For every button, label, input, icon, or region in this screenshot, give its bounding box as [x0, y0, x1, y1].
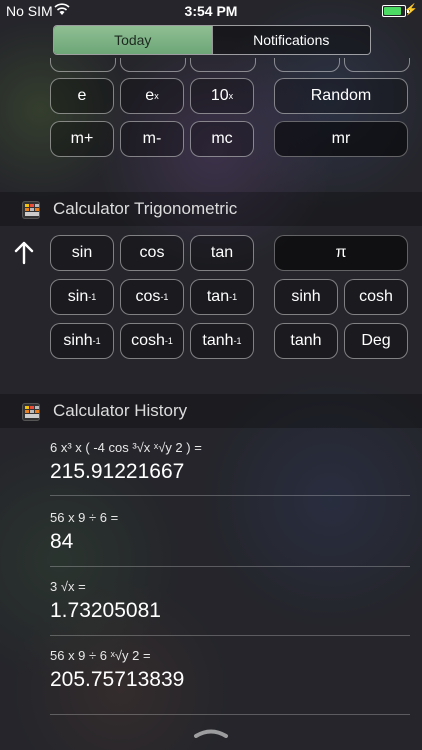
tab-today[interactable]: Today [54, 26, 212, 54]
ten-power-x-button[interactable]: 10 x [190, 78, 254, 114]
arcsinh-button[interactable]: sinh -1 [50, 323, 114, 359]
clock: 3:54 PM [184, 3, 238, 19]
history-result: 1.73205081 [50, 599, 161, 622]
calculator-app-icon [22, 201, 40, 219]
chevron-up-icon[interactable] [193, 728, 229, 738]
history-widget-header: Calculator History [0, 394, 422, 428]
calculator-app-icon [22, 403, 40, 421]
history-result: 84 [50, 530, 74, 553]
arcsin-button[interactable]: sin -1 [50, 279, 114, 315]
random-button[interactable]: Random [274, 78, 408, 114]
battery-level [384, 7, 402, 15]
cosh-button[interactable]: cosh [344, 279, 408, 315]
arrow-up-icon[interactable] [13, 240, 35, 266]
tab-switcher: Today Notifications [53, 25, 371, 55]
degree-mode-button[interactable]: Deg [344, 323, 408, 359]
memory-subtract-button[interactable]: m- [120, 121, 184, 157]
arccosh-button[interactable]: cosh -1 [120, 323, 184, 359]
divider [50, 714, 410, 715]
trig-widget-header: Calculator Trigonometric [0, 192, 422, 226]
history-result: 215.91221667 [50, 460, 185, 483]
arccos-button[interactable]: cos -1 [120, 279, 184, 315]
tanh-button[interactable]: tanh [274, 323, 338, 359]
divider [50, 566, 410, 567]
e-power-x-button[interactable]: ex [120, 78, 184, 114]
history-result: 205.75713839 [50, 668, 185, 691]
divider [50, 495, 410, 496]
arctanh-button[interactable]: tanh -1 [190, 323, 254, 359]
arctan-button[interactable]: tan -1 [190, 279, 254, 315]
trig-widget-title: Calculator Trigonometric [53, 199, 238, 218]
divider [50, 635, 410, 636]
history-expression: 56 x 9 ÷ 6 ˣ√y 2 = [50, 648, 151, 663]
charging-bolt-icon: ⚡ [404, 4, 418, 16]
memory-add-button[interactable]: m+ [50, 121, 114, 157]
tab-notifications[interactable]: Notifications [211, 26, 370, 54]
sinh-button[interactable]: sinh [274, 279, 338, 315]
memory-clear-button[interactable]: mc [190, 121, 254, 157]
history-widget-title: Calculator History [53, 401, 188, 420]
history-expression: 6 x³ x ( -4 cos ³√x ˣ√y 2 ) = [50, 440, 202, 455]
history-expression: 3 √x = [50, 579, 86, 594]
cos-button[interactable]: cos [120, 235, 184, 271]
e-button[interactable]: e [50, 78, 114, 114]
scrolled-off-button-row [0, 58, 422, 72]
sin-button[interactable]: sin [50, 235, 114, 271]
tan-button[interactable]: tan [190, 235, 254, 271]
pi-button[interactable]: π [274, 235, 408, 271]
status-bar: No SIM 3:54 PM ⚡ [0, 0, 422, 22]
memory-recall-button[interactable]: mr [274, 121, 408, 157]
history-expression: 56 x 9 ÷ 6 = [50, 510, 119, 525]
battery-icon [382, 5, 409, 17]
